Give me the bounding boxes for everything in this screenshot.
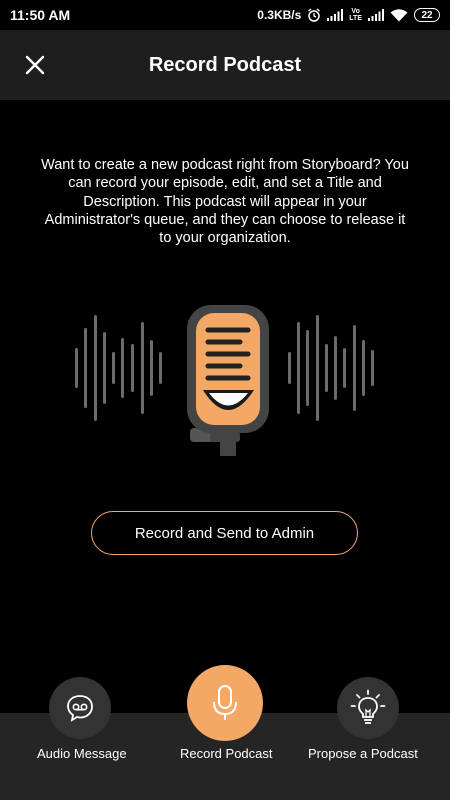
close-button[interactable] bbox=[18, 52, 52, 78]
record-podcast-circle bbox=[187, 665, 263, 741]
microphone-sound-waves-illustration bbox=[75, 305, 374, 456]
record-and-send-button[interactable]: Record and Send to Admin bbox=[91, 511, 358, 555]
sound-waves-left bbox=[75, 315, 162, 421]
close-icon bbox=[25, 55, 45, 75]
wifi-icon bbox=[390, 8, 408, 21]
status-time: 11:50 AM bbox=[10, 7, 71, 23]
bottom-nav: Audio Message Record Podcast Propose a P… bbox=[0, 665, 450, 800]
battery-level: 22 bbox=[421, 9, 433, 21]
status-bar: 11:50 AM 0.3KB/s Vo LTE 22 bbox=[0, 0, 450, 30]
lightbulb-icon bbox=[350, 689, 386, 724]
page-title: Record Podcast bbox=[148, 53, 302, 76]
app-bar: Record Podcast bbox=[0, 30, 450, 100]
sound-waves-right bbox=[288, 315, 374, 421]
description-text: Want to create a new podcast right from … bbox=[41, 157, 409, 247]
nav-item-record-podcast[interactable]: Record Podcast bbox=[160, 665, 290, 800]
signal-icon-2 bbox=[368, 9, 384, 21]
voicemail-icon bbox=[67, 695, 93, 722]
microphone-icon bbox=[213, 685, 237, 720]
nav-item-propose-podcast[interactable]: Propose a Podcast bbox=[290, 677, 450, 800]
propose-podcast-circle bbox=[337, 677, 399, 739]
volte-icon: Vo LTE bbox=[349, 8, 362, 22]
status-icons: 0.3KB/s Vo LTE 22 bbox=[257, 8, 440, 22]
nav-label-record-podcast: Record Podcast bbox=[180, 746, 273, 761]
signal-icon bbox=[327, 9, 344, 21]
nav-item-audio-message[interactable]: Audio Message bbox=[0, 677, 160, 800]
battery-icon: 22 bbox=[414, 8, 440, 22]
nav-label-audio-message: Audio Message bbox=[37, 746, 127, 761]
audio-message-circle bbox=[49, 677, 111, 739]
microphone-drawing bbox=[187, 305, 269, 456]
alarm-icon bbox=[308, 8, 321, 22]
network-speed: 0.3KB/s bbox=[257, 8, 302, 22]
nav-label-propose-podcast: Propose a Podcast bbox=[308, 746, 418, 761]
